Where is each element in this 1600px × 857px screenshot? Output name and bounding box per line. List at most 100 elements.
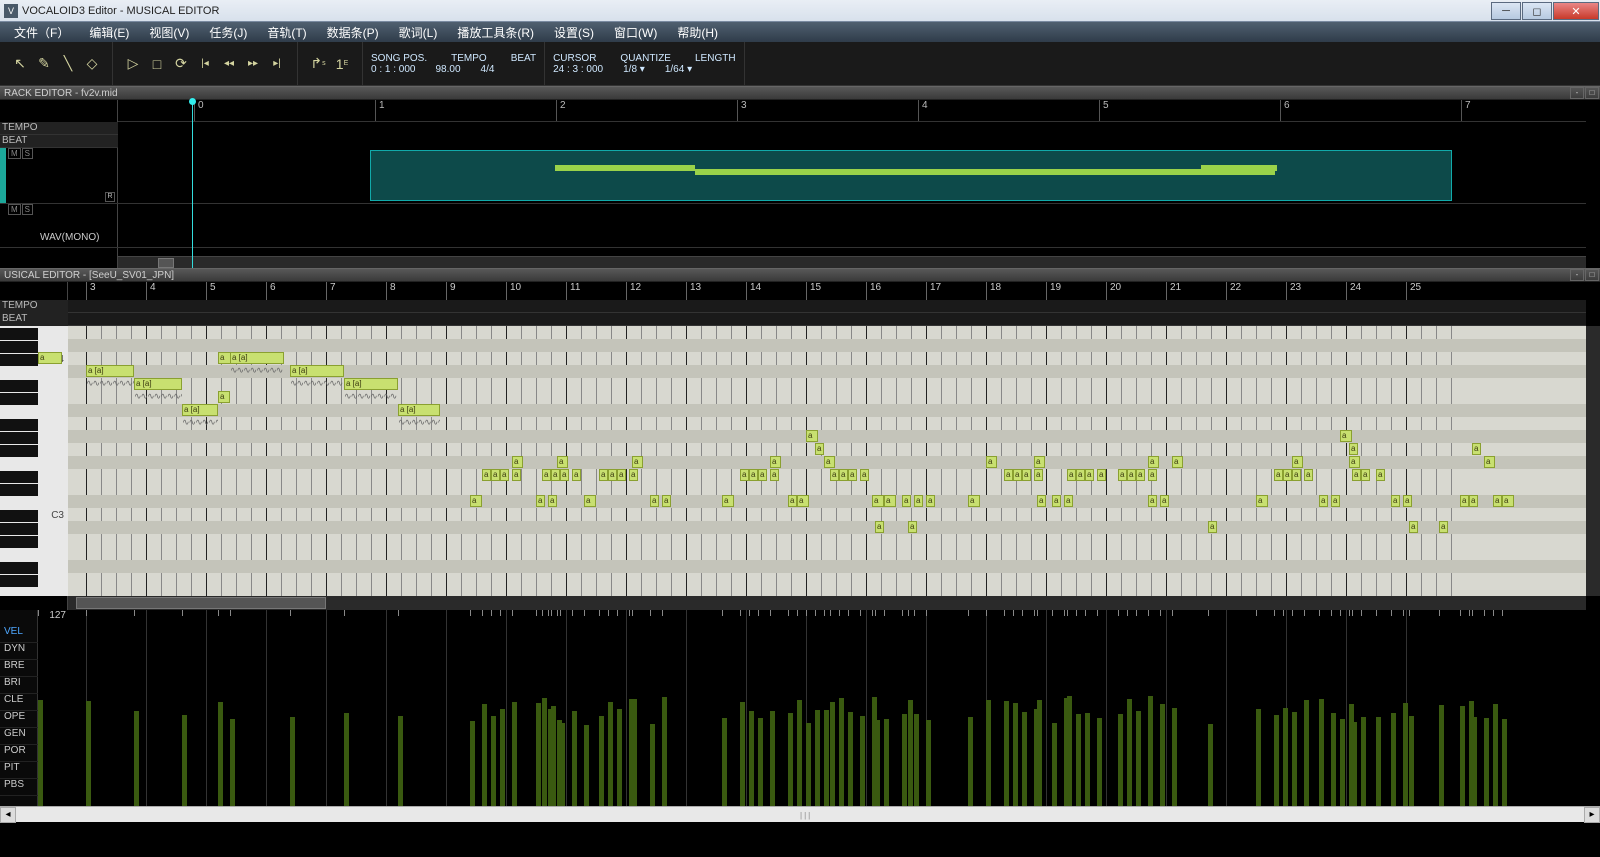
note[interactable]: a	[1148, 469, 1157, 481]
music-panel-max[interactable]: □	[1585, 269, 1599, 281]
note[interactable]: a	[1136, 469, 1145, 481]
velocity-bar[interactable]	[824, 710, 829, 806]
menu-item-3[interactable]: 任务(J)	[199, 24, 257, 41]
velocity-bar[interactable]	[722, 718, 727, 806]
velocity-bar[interactable]	[815, 710, 820, 806]
note[interactable]: a [a]	[344, 378, 398, 390]
velocity-bar[interactable]	[290, 717, 295, 807]
velocity-bar[interactable]	[986, 700, 991, 806]
note[interactable]: a	[560, 469, 569, 481]
note[interactable]: a [a]	[86, 365, 134, 377]
velocity-bar[interactable]	[1118, 714, 1123, 806]
note[interactable]: a	[1034, 469, 1043, 481]
note[interactable]: a	[1067, 469, 1076, 481]
menu-item-2[interactable]: 视图(V)	[139, 24, 199, 41]
velocity-bar[interactable]	[1136, 711, 1141, 806]
velocity-bar[interactable]	[1274, 715, 1279, 806]
note[interactable]: a	[599, 469, 608, 481]
param-por[interactable]: POR	[0, 745, 38, 762]
tool-pencil[interactable]: ✎	[32, 52, 56, 76]
velocity-bar[interactable]	[968, 717, 973, 806]
note[interactable]: a	[1340, 430, 1352, 442]
note[interactable]: a	[1484, 456, 1495, 468]
mute-solo-1[interactable]: MS	[8, 149, 34, 158]
note[interactable]: a	[908, 521, 917, 533]
note[interactable]: a [a]	[134, 378, 182, 390]
velocity-bar[interactable]	[650, 724, 655, 806]
velocity-bar[interactable]	[749, 711, 754, 806]
value-length[interactable]: 1/64 ▾	[665, 64, 692, 75]
velocity-bar[interactable]	[1376, 717, 1381, 806]
transport-start[interactable]: |◂	[193, 52, 217, 76]
window-close-button[interactable]: ✕	[1553, 2, 1599, 20]
velocity-bar[interactable]	[788, 713, 793, 806]
velocity-bar[interactable]	[344, 713, 349, 806]
note[interactable]: a	[848, 469, 857, 481]
track-hscroll-thumb[interactable]	[158, 258, 174, 268]
velocity-bar[interactable]	[572, 711, 577, 806]
note[interactable]: a	[1352, 469, 1361, 481]
menu-item-8[interactable]: 设置(S)	[544, 24, 604, 41]
note[interactable]: a	[926, 495, 935, 507]
hscroll-right[interactable]: ▸	[1584, 807, 1600, 823]
velocity-bar[interactable]	[134, 711, 139, 806]
velocity-bar[interactable]	[875, 720, 880, 806]
note[interactable]: a	[1349, 456, 1360, 468]
note[interactable]: a	[770, 456, 781, 468]
note[interactable]: a	[968, 495, 980, 507]
velocity-bar[interactable]	[1013, 703, 1018, 806]
track-ruler[interactable]: 01234567	[118, 100, 1586, 122]
menu-item-4[interactable]: 音轨(T)	[257, 24, 316, 41]
track-region[interactable]	[370, 150, 1452, 201]
note[interactable]: a	[1064, 495, 1073, 507]
note[interactable]: a	[830, 469, 839, 481]
mute-solo-2[interactable]: MS	[8, 205, 34, 214]
velocity-bar[interactable]	[830, 702, 835, 806]
transport-end[interactable]: ▸|	[265, 52, 289, 76]
note[interactable]: a	[1172, 456, 1183, 468]
note-grid[interactable]: a [a]∿∿∿∿∿∿∿∿a [a]∿∿∿∿∿∿∿∿a [a]∿∿∿∿∿∿∿∿a…	[68, 326, 1586, 596]
note[interactable]: a	[662, 495, 671, 507]
track-lane-2[interactable]: MS WAV(MONO)	[0, 204, 1586, 248]
note[interactable]: a	[1292, 456, 1303, 468]
velocity-bar[interactable]	[1127, 699, 1132, 806]
velocity-bar[interactable]	[914, 714, 919, 806]
note[interactable]: a	[1274, 469, 1283, 481]
param-dyn[interactable]: DYN	[0, 643, 38, 660]
tool-line[interactable]: ╲	[56, 52, 80, 76]
velocity-bar[interactable]	[482, 704, 487, 806]
note[interactable]: a	[551, 469, 560, 481]
velocity-bar[interactable]	[1160, 704, 1165, 806]
note[interactable]: a	[872, 495, 884, 507]
note[interactable]: a	[1460, 495, 1469, 507]
note[interactable]: a	[1013, 469, 1022, 481]
note[interactable]: a	[548, 495, 557, 507]
velocity-bar[interactable]	[1349, 712, 1354, 806]
note[interactable]: a	[806, 430, 818, 442]
velocity-bar[interactable]	[1067, 696, 1072, 806]
menu-item-5[interactable]: 数据条(P)	[317, 24, 389, 41]
note[interactable]: a	[1022, 469, 1031, 481]
transport-loop[interactable]: ⟳	[169, 52, 193, 76]
note[interactable]: a	[1292, 469, 1301, 481]
music-hscroll[interactable]	[68, 596, 1586, 610]
marker-tool-b[interactable]: 1E	[330, 52, 354, 76]
velocity-bar[interactable]	[1292, 716, 1297, 806]
velocity-bar[interactable]	[926, 720, 931, 806]
note[interactable]: a	[629, 469, 638, 481]
transport-play[interactable]: ▷	[121, 52, 145, 76]
hscroll-grip[interactable]: |||	[800, 811, 812, 820]
note[interactable]: a	[536, 495, 545, 507]
velocity-bar[interactable]	[1493, 704, 1498, 806]
velocity-bar[interactable]	[884, 719, 889, 806]
note[interactable]: a	[1319, 495, 1328, 507]
note[interactable]: a	[1097, 469, 1106, 481]
velocity-bar[interactable]	[491, 716, 496, 806]
window-hscroll[interactable]: ◂ ||| ▸	[0, 806, 1600, 822]
note[interactable]: a	[1439, 521, 1448, 533]
hscroll-left[interactable]: ◂	[0, 807, 16, 823]
note[interactable]: a	[1361, 469, 1370, 481]
note[interactable]: a	[1376, 469, 1385, 481]
note[interactable]: a	[632, 456, 643, 468]
note[interactable]: a	[512, 456, 523, 468]
